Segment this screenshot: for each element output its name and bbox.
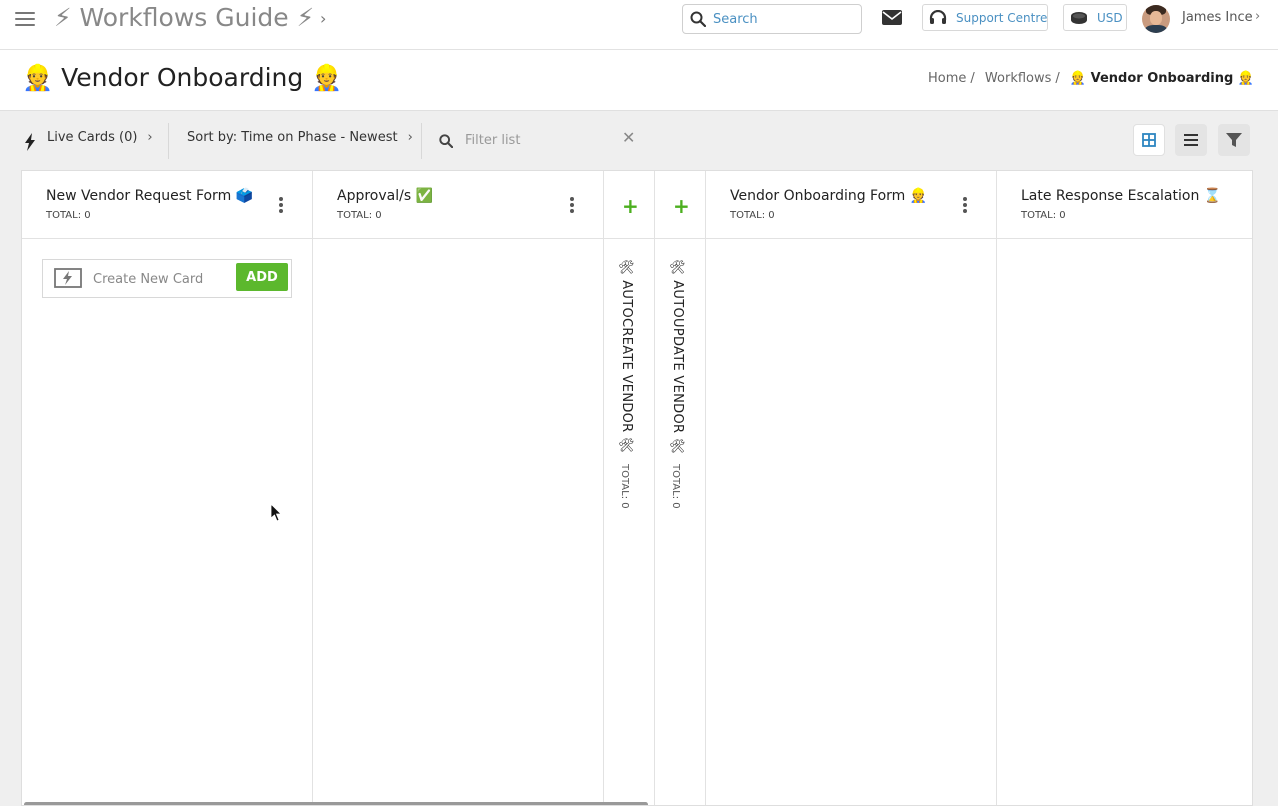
plus-icon[interactable]: + [673,194,690,218]
column-late-response-escalation: Late Response Escalation ⌛ TOTAL: 0 [997,171,1252,805]
currency-button[interactable]: USD [1063,4,1127,31]
column-menu-icon[interactable] [570,197,574,213]
clear-filter-icon[interactable]: ✕ [622,128,635,147]
grid-icon [1142,133,1156,147]
column-header: New Vendor Request Form 🗳️ TOTAL: 0 [22,171,312,239]
mouse-cursor-icon [271,504,282,522]
support-centre-label: Support Centre [956,11,1048,25]
list-icon [1184,134,1198,146]
column-title[interactable]: 🛠 AUTOCREATE VENDOR 🛠 [619,259,634,454]
support-centre-button[interactable]: Support Centre [922,4,1048,31]
menu-icon[interactable] [15,12,35,28]
search-icon [439,134,453,148]
user-name[interactable]: James Ince [1182,10,1253,25]
column-title[interactable]: 🛠 AUTOUPDATE VENDOR 🛠 [670,259,685,455]
mail-icon[interactable] [882,10,902,25]
create-card-input[interactable] [93,269,233,289]
currency-label: USD [1097,11,1123,25]
kanban-board: New Vendor Request Form 🗳️ TOTAL: 0 ADD … [21,170,1253,806]
column-title[interactable]: Approval/s ✅ [337,188,433,204]
add-card-button[interactable]: ADD [236,263,288,291]
app-title[interactable]: ⚡ Workflows Guide ⚡ [54,3,314,32]
filter-input[interactable] [465,130,605,150]
column-menu-icon[interactable] [963,197,967,213]
column-menu-icon[interactable] [279,197,283,213]
column-total: TOTAL: 0 [670,464,681,509]
column-autoupdate-vendor: + 🛠 AUTOUPDATE VENDOR 🛠 TOTAL: 0 [655,171,706,805]
column-autocreate-vendor: + 🛠 AUTOCREATE VENDOR 🛠 TOTAL: 0 [604,171,655,805]
search-icon [690,11,706,27]
sort-selector[interactable]: Sort by: Time on Phase - Newest › [187,130,413,145]
live-cards-toggle[interactable]: Live Cards (0) › [47,130,153,145]
board-view-button[interactable] [1133,124,1165,156]
plus-icon[interactable]: + [622,194,639,218]
chevron-right-icon[interactable]: › [1255,9,1260,24]
column-header: Late Response Escalation ⌛ TOTAL: 0 [997,171,1252,239]
column-title[interactable]: Late Response Escalation ⌛ [1021,188,1221,204]
top-bar: ⚡ Workflows Guide ⚡ › Support Centre USD… [0,0,1278,50]
list-view-button[interactable] [1175,124,1207,156]
page-header: 👷 Vendor Onboarding 👷 Home / Workflows / 👷… [0,50,1278,111]
column-new-vendor-request: New Vendor Request Form 🗳️ TOTAL: 0 ADD [22,171,313,805]
search-box[interactable] [682,4,862,34]
column-approvals: Approval/s ✅ TOTAL: 0 [313,171,604,805]
breadcrumb-home[interactable]: Home [928,71,966,86]
page-title: 👷 Vendor Onboarding 👷 [22,63,343,92]
column-title[interactable]: Vendor Onboarding Form 👷 [730,188,927,204]
column-total: TOTAL: 0 [46,210,91,221]
breadcrumb-workflows[interactable]: Workflows [985,71,1051,86]
column-header: + [655,171,705,239]
column-header: Approval/s ✅ TOTAL: 0 [313,171,603,239]
column-total: TOTAL: 0 [730,210,775,221]
avatar[interactable] [1142,5,1170,33]
column-total: TOTAL: 0 [337,210,382,221]
search-input[interactable] [713,9,853,29]
horizontal-scrollbar[interactable] [24,802,648,805]
column-header: Vendor Onboarding Form 👷 TOTAL: 0 [706,171,996,239]
headset-icon [929,10,947,24]
filter-button[interactable] [1218,124,1250,156]
create-card-form: ADD [42,259,292,298]
chevron-right-icon[interactable]: › [320,9,326,28]
breadcrumb-current: 👷 Vendor Onboarding 👷 [1069,71,1254,86]
coins-icon [1071,12,1087,24]
card-bolt-icon [54,268,82,288]
board-toolbar: Live Cards (0) › Sort by: Time on Phase -… [0,111,1278,170]
column-total: TOTAL: 0 [619,464,630,509]
breadcrumb: Home / Workflows / 👷 Vendor Onboarding 👷 [928,71,1254,86]
column-header: + [604,171,654,239]
column-title[interactable]: New Vendor Request Form 🗳️ [46,188,253,204]
column-total: TOTAL: 0 [1021,210,1066,221]
filter-icon [1226,133,1242,147]
column-vendor-onboarding-form: Vendor Onboarding Form 👷 TOTAL: 0 [706,171,997,805]
bolt-icon [25,133,35,151]
